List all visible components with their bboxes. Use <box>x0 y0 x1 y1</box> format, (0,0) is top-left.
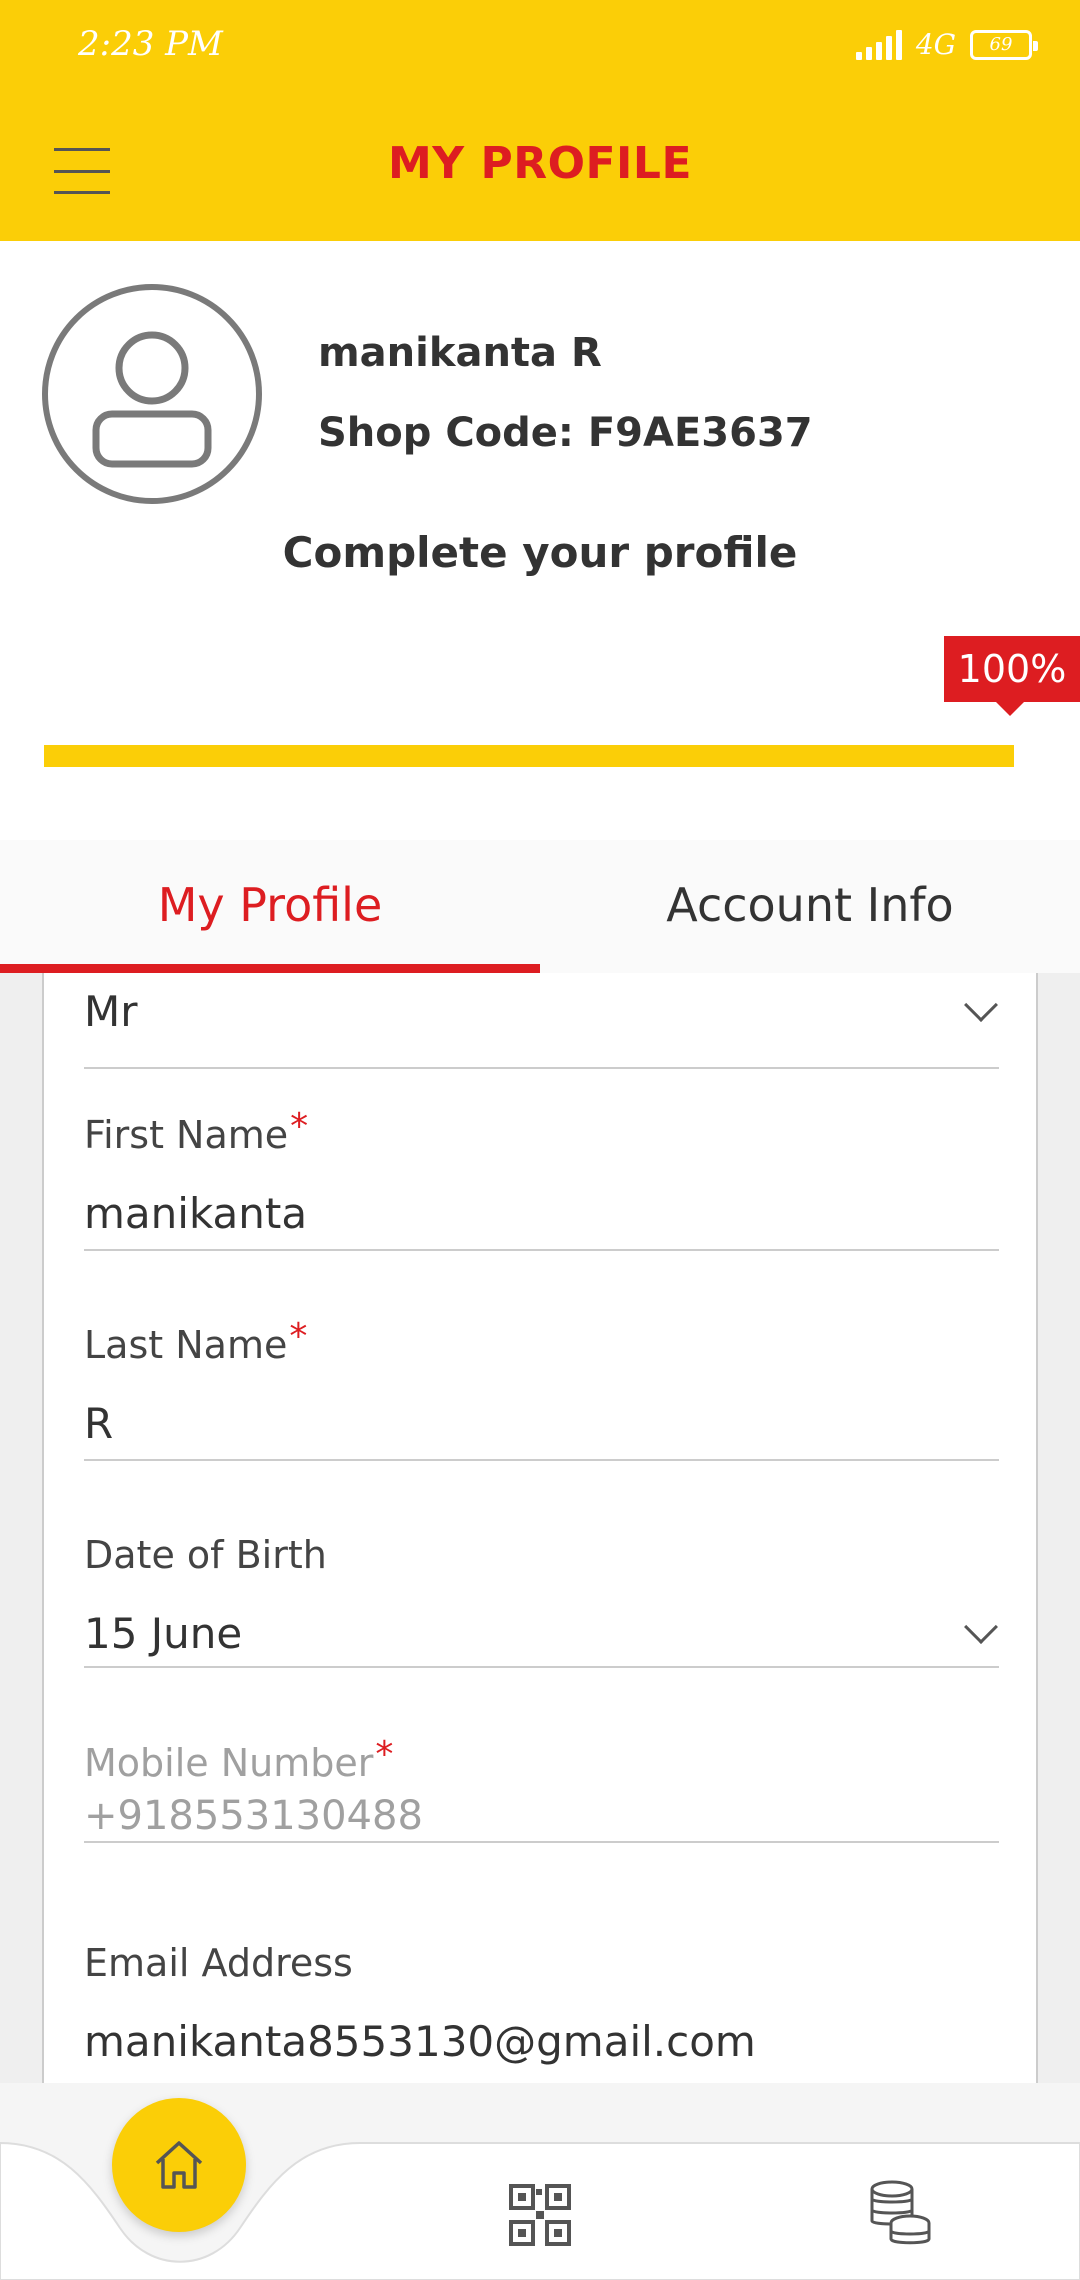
last-name-value: R <box>84 1399 114 1448</box>
signal-icon <box>855 29 902 60</box>
email-field[interactable]: Email Address manikanta8553130@gmail.com <box>84 1941 999 2083</box>
chevron-down-icon <box>964 988 998 1022</box>
battery-icon: 69 <box>970 29 1038 60</box>
form-scroll-area[interactable]: Mr First Name* manikanta Last Name* R Da… <box>0 973 1080 2083</box>
chevron-down-icon <box>964 1610 998 1644</box>
complete-profile-heading: Complete your profile <box>282 528 798 577</box>
date-of-birth-label: Date of Birth <box>84 1533 327 1577</box>
user-name: manikanta R <box>318 330 602 376</box>
last-name-field[interactable]: Last Name* R <box>84 1316 999 1463</box>
progress-fill <box>44 745 1014 767</box>
date-of-birth-select[interactable]: Date of Birth 15 June <box>84 1533 999 1673</box>
app-header: 2:23 PM 4G 69 MY PROFILE <box>0 0 1080 241</box>
profile-form: Mr First Name* manikanta Last Name* R Da… <box>42 973 1038 2083</box>
status-icons: 4G 69 <box>855 28 1038 61</box>
profile-tabs: My Profile Account Info <box>0 840 1080 973</box>
tab-account-info[interactable]: Account Info <box>540 840 1080 973</box>
profile-progress-bar <box>44 745 1014 767</box>
first-name-value: manikanta <box>84 1189 308 1238</box>
network-type: 4G <box>915 28 956 61</box>
bottom-navigation <box>0 2083 1080 2280</box>
mobile-number-label: Mobile Number* <box>84 1734 394 1785</box>
status-time: 2:23 PM <box>78 24 223 64</box>
mobile-number-field: Mobile Number* +918553130488 <box>84 1734 999 1843</box>
last-name-label: Last Name* <box>84 1316 308 1367</box>
tab-my-profile[interactable]: My Profile <box>0 840 540 973</box>
progress-badge: 100% <box>944 636 1080 716</box>
salutation-select[interactable]: Mr <box>84 973 999 1069</box>
email-value: manikanta8553130@gmail.com <box>84 2017 756 2066</box>
date-of-birth-value: 15 June <box>84 1609 243 1658</box>
home-icon[interactable] <box>112 2098 246 2232</box>
first-name-field[interactable]: First Name* manikanta <box>84 1106 999 1253</box>
user-avatar-icon[interactable] <box>42 284 262 504</box>
qr-code-icon[interactable] <box>508 2183 572 2247</box>
page-title: MY PROFILE <box>387 138 693 189</box>
mobile-number-value: +918553130488 <box>84 1793 423 1839</box>
salutation-value: Mr <box>84 987 138 1036</box>
shop-code: Shop Code: F9AE3637 <box>318 410 813 456</box>
email-label: Email Address <box>84 1941 353 1985</box>
coins-icon[interactable] <box>868 2179 932 2249</box>
first-name-label: First Name* <box>84 1106 309 1157</box>
